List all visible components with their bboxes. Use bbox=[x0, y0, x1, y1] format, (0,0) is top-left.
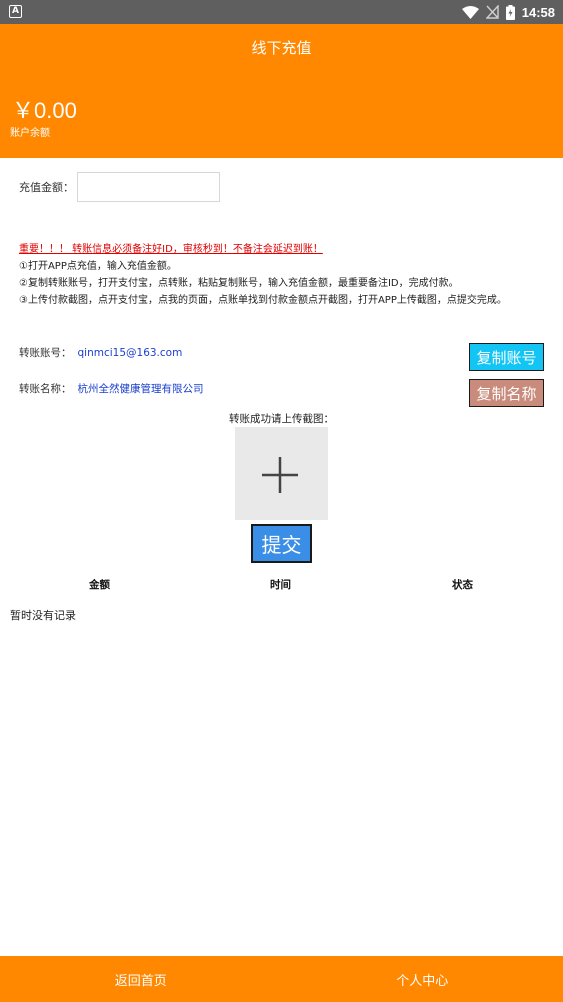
records-header: 金额 时间 状态 bbox=[0, 577, 563, 593]
nav-profile[interactable]: 个人中心 bbox=[282, 956, 563, 1002]
transfer-name-value: 杭州全然健康管理有限公司 bbox=[77, 383, 204, 395]
step-1: ①打开APP点充值，输入充值金额。 bbox=[19, 261, 177, 272]
battery-charging-icon bbox=[505, 4, 515, 20]
warning-text: 重要！！！ 转账信息必须备注好ID，审核秒到！不备注会延迟到账！ bbox=[19, 244, 323, 255]
copy-name-button[interactable]: 复制名称 bbox=[469, 379, 544, 407]
bottom-nav: 返回首页 个人中心 bbox=[0, 956, 563, 1002]
transfer-account-label: 转账账号： bbox=[19, 347, 72, 359]
copy-account-button[interactable]: 复制账号 bbox=[469, 343, 544, 371]
page-title: 线下充值 bbox=[251, 39, 312, 57]
balance-label: 账户余额 bbox=[10, 128, 50, 139]
amount-row: 充值金额： bbox=[19, 172, 220, 202]
upload-screenshot-button[interactable] bbox=[235, 427, 328, 520]
step-2: ②复制转账账号，打开支付宝，点转账，粘贴复制账号，输入充值金额，最重要备注ID，… bbox=[19, 278, 459, 289]
wifi-icon bbox=[461, 5, 479, 19]
transfer-name-row: 转账名称： 杭州全然健康管理有限公司 bbox=[19, 381, 204, 396]
transfer-name-label: 转账名称： bbox=[19, 383, 72, 395]
status-icons: 14:58 bbox=[461, 3, 555, 21]
plus-icon bbox=[262, 457, 298, 493]
column-amount: 金额 bbox=[89, 579, 110, 591]
header: 线下充值 ￥0.00 账户余额 bbox=[0, 24, 563, 158]
transfer-account-value: qinmci15@163.com bbox=[77, 347, 183, 359]
column-status: 状态 bbox=[452, 579, 473, 591]
instructions: 重要！！！ 转账信息必须备注好ID，审核秒到！不备注会延迟到账！ ①打开APP点… bbox=[19, 241, 549, 309]
empty-records-text: 暂时没有记录 bbox=[10, 609, 76, 622]
submit-button[interactable]: 提交 bbox=[251, 524, 312, 563]
column-time: 时间 bbox=[270, 579, 291, 591]
balance-amount: ￥0.00 bbox=[12, 98, 77, 123]
amount-input[interactable] bbox=[77, 172, 220, 202]
transfer-account-row: 转账账号： qinmci15@163.com bbox=[19, 345, 182, 360]
amount-label: 充值金额： bbox=[19, 181, 74, 194]
clock: 14:58 bbox=[521, 4, 555, 20]
no-signal-icon bbox=[485, 5, 499, 19]
status-bar: A 14:58 bbox=[0, 0, 563, 24]
nav-home[interactable]: 返回首页 bbox=[0, 956, 282, 1002]
app-notification-icon: A bbox=[9, 5, 22, 18]
step-3: ③上传付款截图，点开支付宝，点我的页面，点账单找到付款金额点开截图，打开APP上… bbox=[19, 295, 507, 306]
upload-label: 转账成功请上传截图： bbox=[229, 413, 334, 425]
